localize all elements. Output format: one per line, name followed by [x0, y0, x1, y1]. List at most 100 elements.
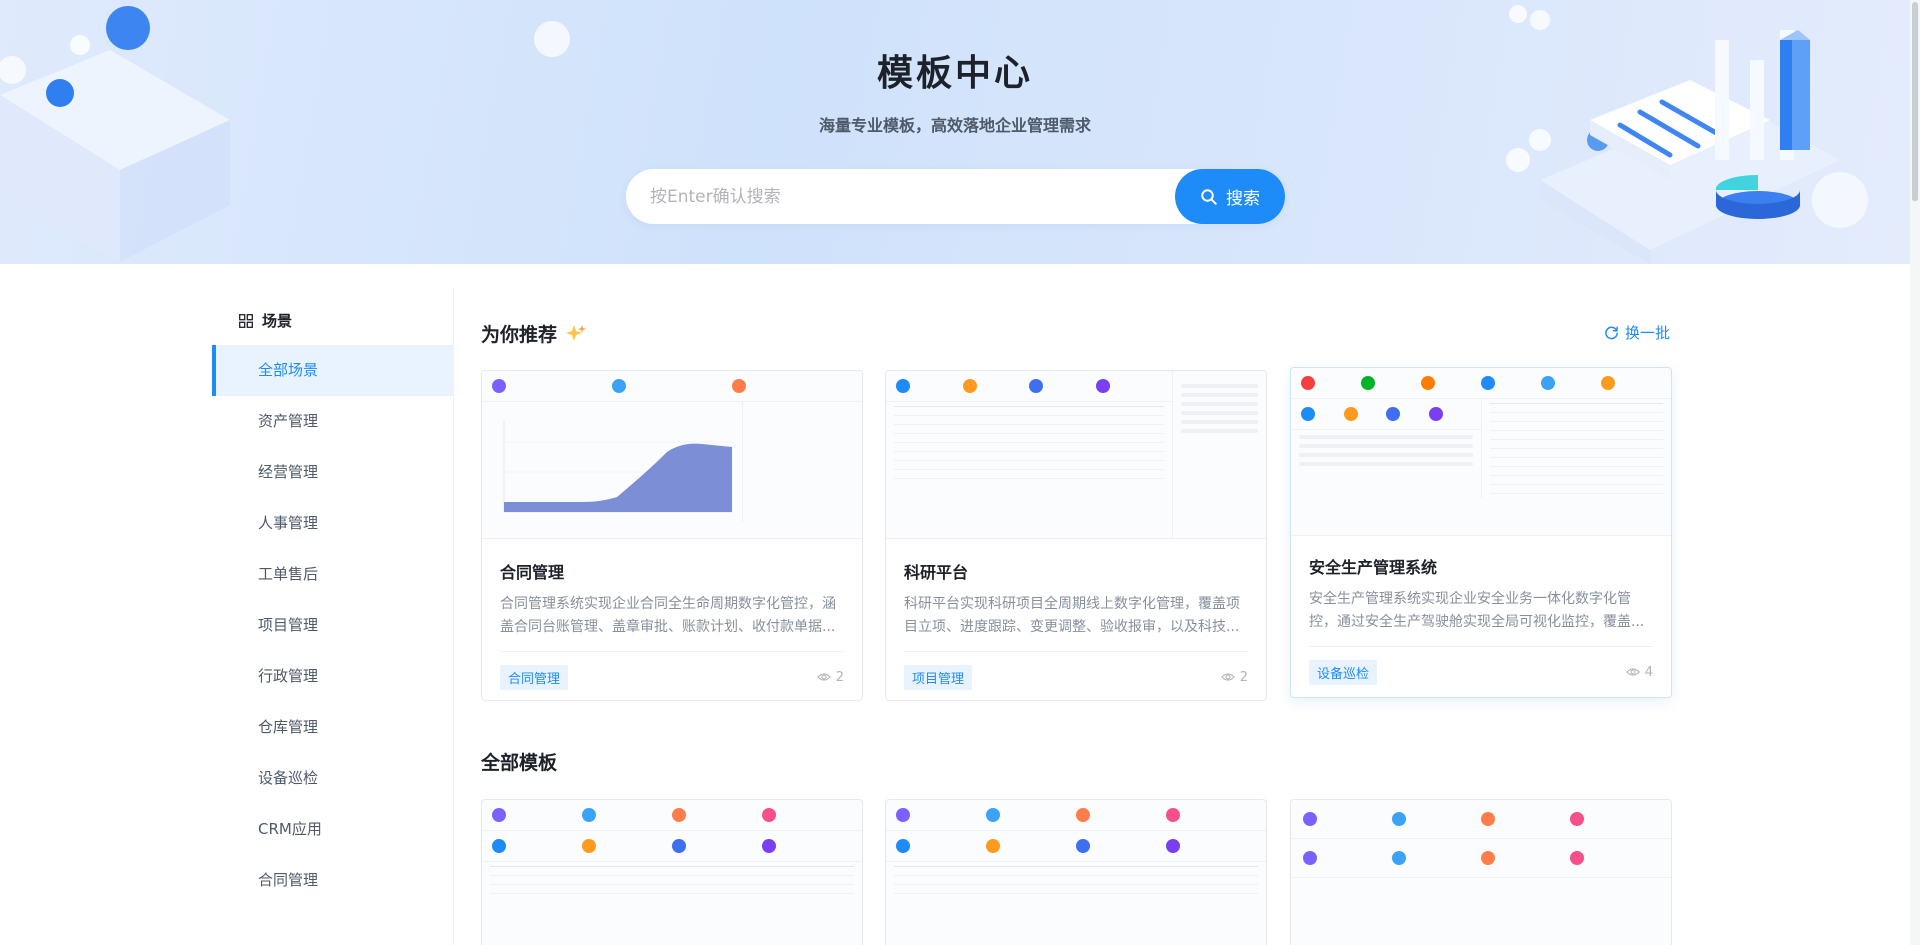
sidebar-item-hr[interactable]: 人事管理 — [212, 498, 454, 549]
preview-stat — [1570, 812, 1659, 826]
search-button-label: 搜索 — [1226, 189, 1260, 209]
all-templates-title: 全部模板 — [481, 752, 558, 774]
sidebar-item-inspection[interactable]: 设备巡检 — [212, 753, 454, 804]
preview-stat — [1570, 851, 1659, 865]
card-description: 科研平台实现科研项目全周期线上数字化管理，覆盖项目立项、进度跟踪、变更调整、验收… — [904, 596, 1240, 635]
sidebar-item-operation[interactable]: 经营管理 — [212, 447, 454, 498]
card-tag[interactable]: 合同管理 — [500, 664, 569, 690]
preview-stat — [1095, 379, 1163, 393]
refresh-label: 换一批 — [1625, 324, 1671, 342]
card-tag[interactable]: 设备巡检 — [1309, 659, 1378, 685]
template-card-contract[interactable]: 合同管理 合同管理系统实现企业合同全生命周期数字化管控，涵盖合同台账管理、盖章审… — [481, 370, 863, 701]
template-card[interactable] — [1290, 799, 1672, 945]
eye-icon — [1625, 668, 1640, 676]
sidebar-item-warehouse[interactable]: 仓库管理 — [212, 702, 454, 753]
preview-stat — [1361, 376, 1421, 390]
sidebar-item-project[interactable]: 项目管理 — [212, 600, 454, 651]
card-description: 安全生产管理系统实现企业安全业务一体化数字化管控，通过安全生产驾驶舱实现全局可视… — [1309, 591, 1645, 630]
search-input[interactable] — [650, 169, 1170, 224]
recommend-section-title: 为你推荐 — [481, 320, 587, 347]
preview-table — [894, 406, 1164, 479]
preview-stats — [886, 800, 1266, 831]
preview-stat — [1166, 808, 1256, 822]
preview-stat — [1386, 407, 1429, 421]
sidebar-item-ticket[interactable]: 工单售后 — [212, 549, 454, 600]
preview-stat — [1428, 407, 1472, 421]
sidebar-heading: 场景 — [239, 310, 292, 331]
preview-stats — [482, 831, 862, 862]
preview-stats — [886, 371, 1172, 402]
preview-stat — [1301, 407, 1344, 421]
preview-stat — [762, 839, 852, 853]
template-card-safety[interactable]: 安全生产管理系统 安全生产管理系统实现企业安全业务一体化数字化管控，通过安全生产… — [1290, 367, 1672, 698]
page-scrollbar[interactable] — [1910, 0, 1920, 945]
preview-stat — [896, 808, 986, 822]
card-tag[interactable]: 项目管理 — [904, 664, 973, 690]
card-title: 合同管理 — [500, 563, 565, 582]
recommend-title: 为你推荐 — [481, 324, 558, 346]
preview-stats — [482, 800, 862, 831]
preview-stats — [1291, 839, 1671, 878]
page-subtitle: 海量专业模板，高效落地企业管理需求 — [818, 116, 1091, 135]
template-card[interactable] — [481, 799, 863, 945]
preview-stat — [1301, 376, 1361, 390]
preview-stat — [1392, 812, 1481, 826]
eye-icon — [816, 673, 831, 681]
preview-stat — [582, 808, 672, 822]
preview-stat — [672, 808, 762, 822]
view-count: 2 — [1220, 669, 1248, 685]
sidebar-item-contract[interactable]: 合同管理 — [212, 855, 454, 906]
preview-stat — [986, 808, 1076, 822]
preview-stat — [1392, 851, 1481, 865]
search-button[interactable]: 搜索 — [1175, 169, 1285, 224]
view-count-value: 2 — [1239, 669, 1248, 685]
sidebar-item-asset[interactable]: 资产管理 — [212, 396, 454, 447]
preview-table — [1490, 403, 1663, 494]
page-scrollbar-thumb[interactable] — [1912, 2, 1918, 202]
grid-icon — [239, 313, 253, 328]
refresh-batch-button[interactable]: 换一批 — [1604, 322, 1670, 343]
preview-stat — [962, 379, 1030, 393]
preview-stats — [1291, 368, 1671, 399]
preview-stats — [1291, 399, 1481, 430]
preview-table — [894, 866, 1258, 894]
sparkle-icon — [566, 324, 587, 341]
template-preview — [482, 800, 862, 945]
sidebar-menu: 全部场景 资产管理 经营管理 人事管理 工单售后 项目管理 行政管理 仓库管理 … — [212, 345, 454, 906]
sidebar-item-crm[interactable]: CRM应用 — [212, 804, 454, 855]
scene-sidebar: 场景 全部场景 资产管理 经营管理 人事管理 工单售后 项目管理 行政管理 仓库… — [212, 288, 454, 945]
preview-stat — [1481, 812, 1570, 826]
hero-banner: 模板中心 海量专业模板，高效落地企业管理需求 搜索 — [0, 0, 1920, 264]
preview-stat — [762, 808, 852, 822]
preview-stat — [732, 379, 852, 393]
preview-stat — [896, 839, 986, 853]
view-count: 4 — [1625, 664, 1653, 680]
preview-stat — [1029, 379, 1096, 393]
sidebar-item-all[interactable]: 全部场景 — [212, 345, 454, 396]
preview-stat — [492, 379, 612, 393]
preview-stats — [886, 831, 1266, 862]
preview-stat — [582, 839, 672, 853]
eye-icon — [1220, 673, 1235, 681]
card-title: 安全生产管理系统 — [1309, 558, 1438, 577]
search-icon — [1201, 188, 1217, 205]
preview-table — [490, 866, 854, 894]
preview-stat — [1303, 812, 1392, 826]
page-title: 模板中心 — [876, 53, 1033, 94]
sidebar-item-admin[interactable]: 行政管理 — [212, 651, 454, 702]
template-card[interactable] — [885, 799, 1267, 945]
preview-stat — [1303, 851, 1392, 865]
preview-stat — [1481, 851, 1570, 865]
refresh-icon — [1605, 326, 1618, 340]
search-bar: 搜索 — [626, 169, 1285, 224]
template-preview — [886, 800, 1266, 945]
preview-stats — [1291, 800, 1671, 839]
preview-stat — [492, 808, 582, 822]
card-description: 合同管理系统实现企业合同全生命周期数字化管控，涵盖合同台账管理、盖章审批、账款计… — [500, 596, 836, 635]
template-card-research[interactable]: 科研平台 科研平台实现科研项目全周期线上数字化管理，覆盖项目立项、进度跟踪、变更… — [885, 370, 1267, 701]
view-count-value: 2 — [835, 669, 844, 685]
preview-stat — [1541, 376, 1601, 390]
preview-stats — [482, 371, 862, 402]
view-count-value: 4 — [1644, 664, 1653, 680]
preview-stat — [492, 839, 582, 853]
